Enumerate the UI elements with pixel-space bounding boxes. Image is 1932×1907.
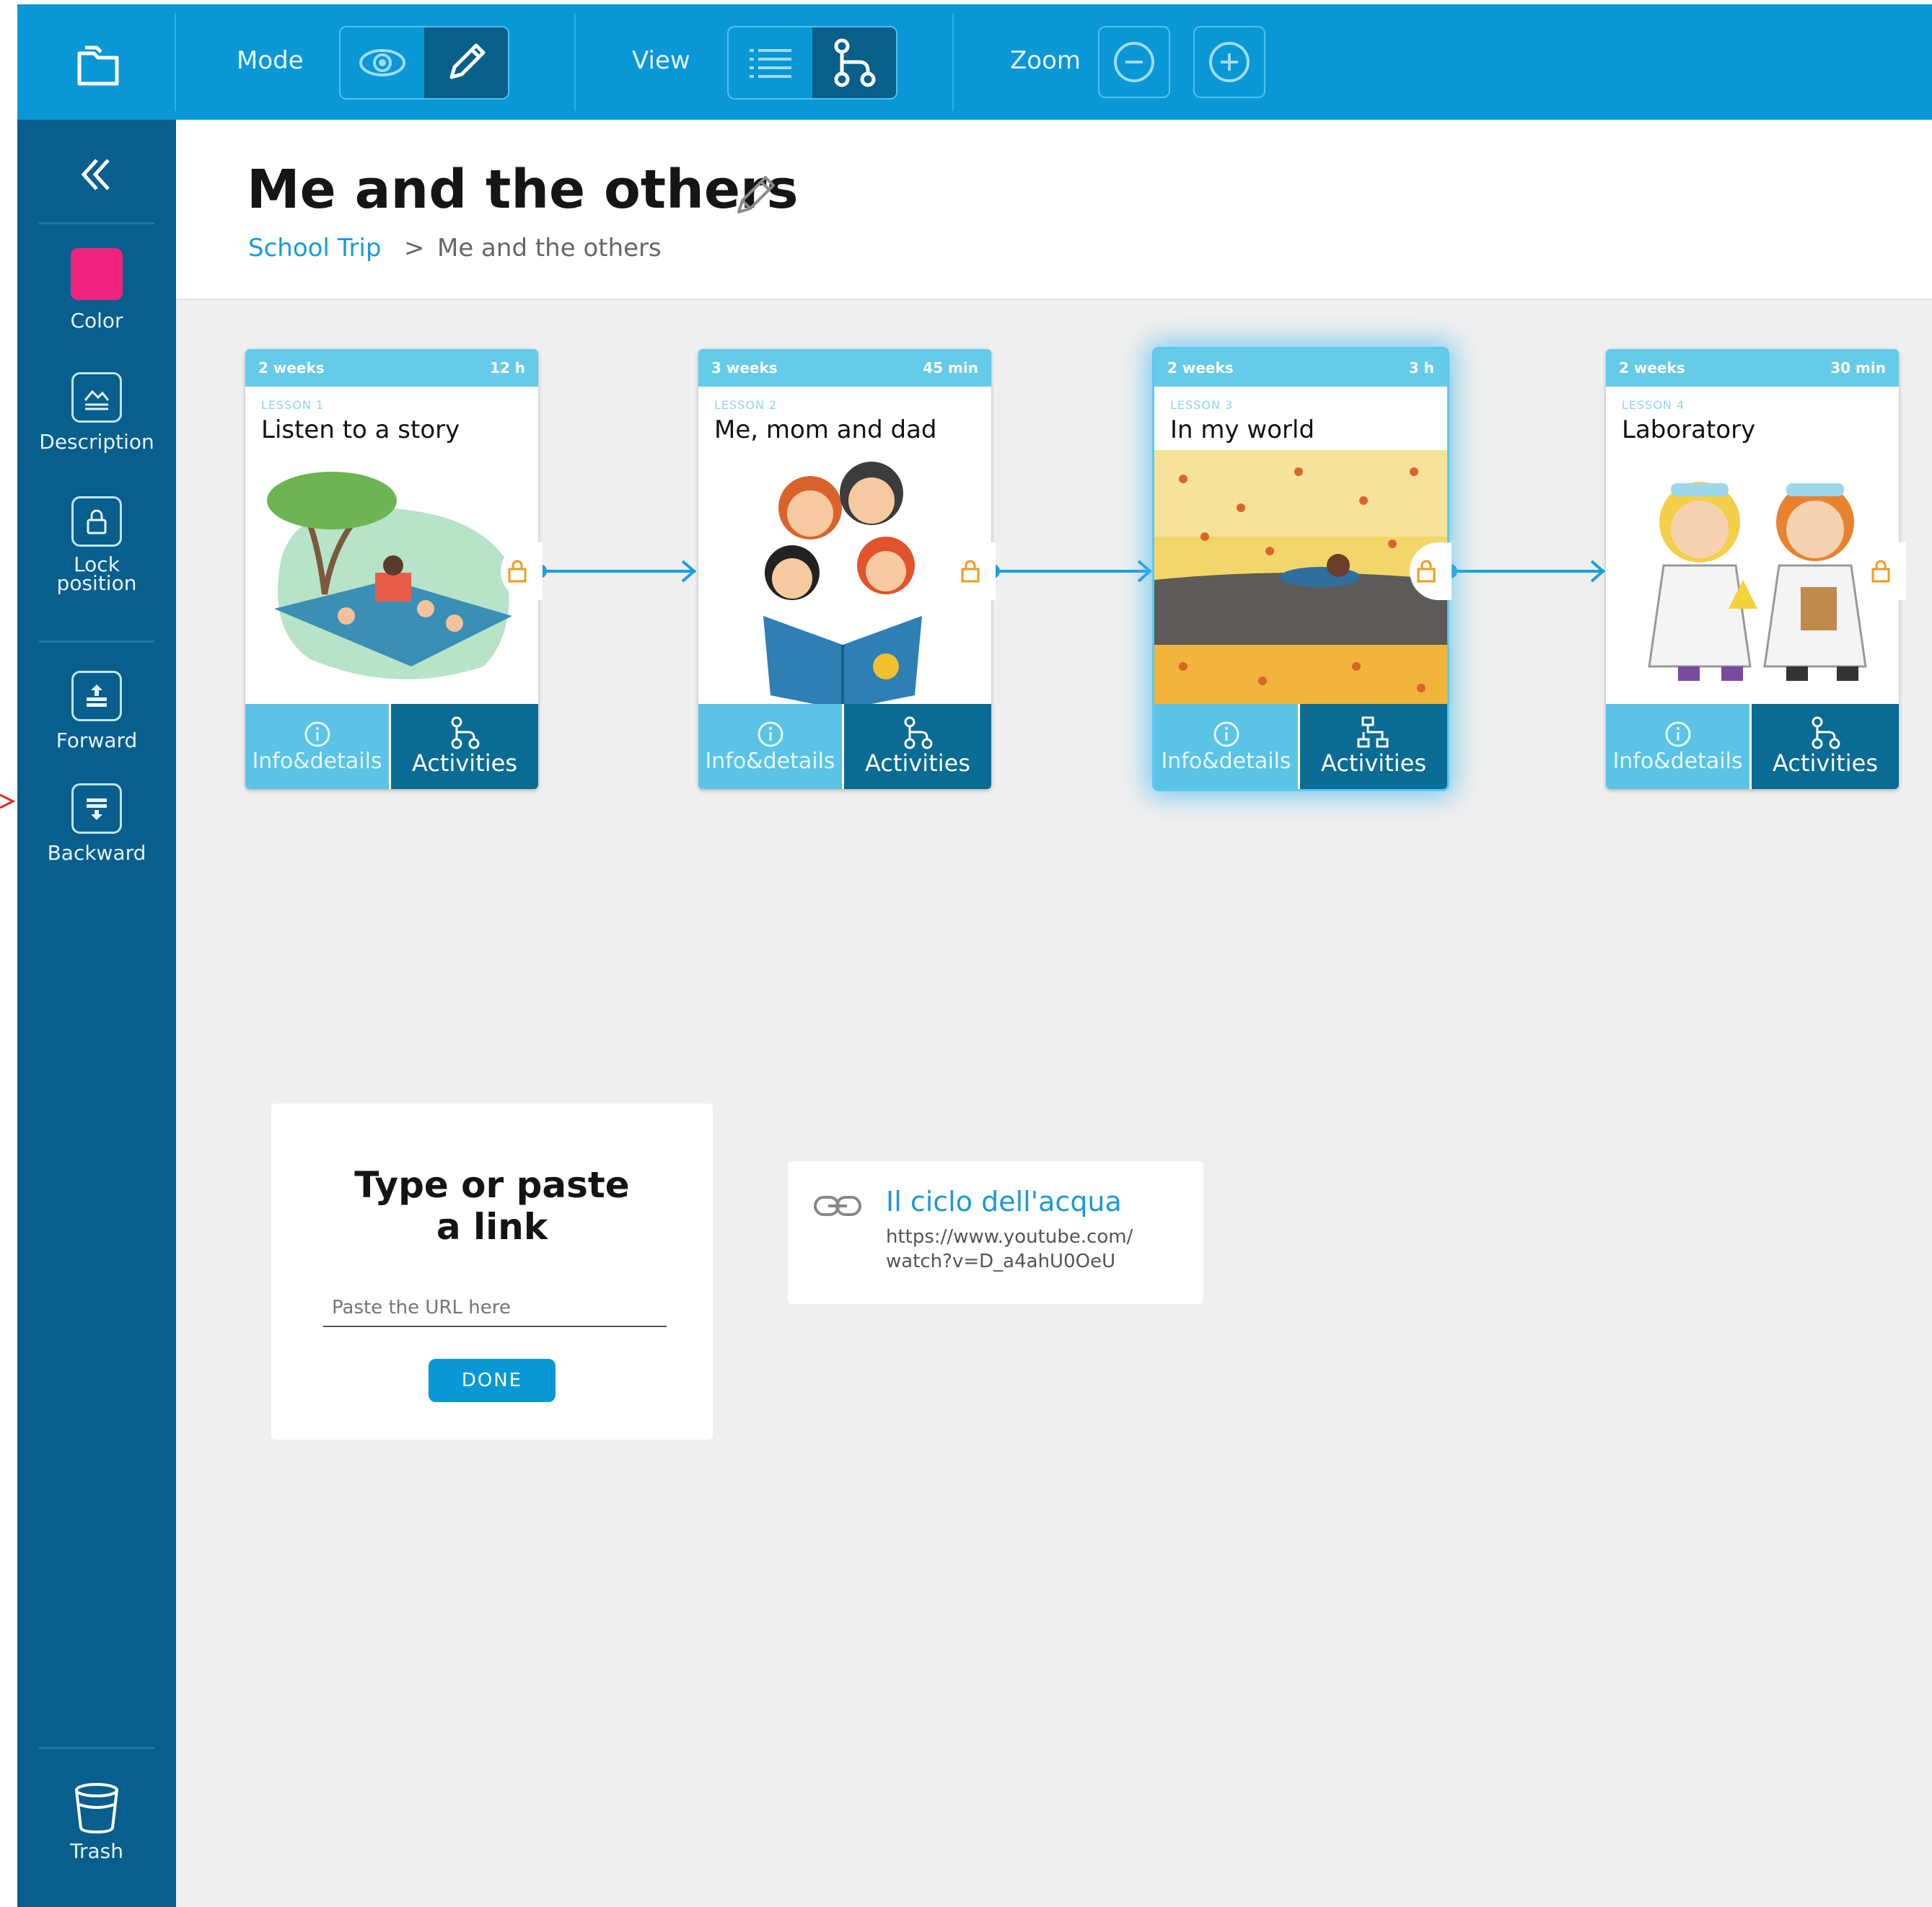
info-details-label: Info&details (705, 748, 835, 774)
lesson-image (1154, 450, 1447, 705)
lesson-card[interactable]: 2 weeks 30 min LESSON 4 Laboratory Info&… (1606, 349, 1899, 789)
lesson-number: LESSON 2 (714, 398, 778, 412)
trash-tool[interactable]: Trash (17, 1779, 176, 1862)
lesson-title: Laboratory (1622, 415, 1756, 444)
info-icon (758, 721, 783, 746)
activities-button[interactable]: Activities (1752, 704, 1899, 789)
activities-label: Activities (412, 749, 517, 777)
card-meta: 2 weeks 3 h (1154, 349, 1447, 387)
lesson-title: Listen to a story (261, 415, 460, 444)
card-meta: 2 weeks 30 min (1606, 349, 1899, 387)
info-details-label: Info&details (1161, 748, 1291, 774)
info-details-label: Info&details (252, 748, 382, 774)
duration-time: 3 h (1408, 359, 1434, 376)
duration-weeks: 3 weeks (711, 359, 778, 376)
duration-weeks: 2 weeks (1167, 359, 1234, 376)
lesson-card[interactable]: 3 weeks 45 min LESSON 2 Me, mom and dad … (698, 349, 991, 789)
trash-label: Trash (70, 1839, 123, 1863)
lesson-card-selected[interactable]: 2 weeks 3 h LESSON 3 In my world Info&de… (1154, 349, 1447, 789)
lesson-number: LESSON 1 (261, 398, 325, 412)
activities-tree-icon (1357, 716, 1389, 748)
link-title[interactable]: Il ciclo dell'acqua (886, 1186, 1122, 1217)
duration-time: 45 min (923, 359, 978, 376)
lesson-image (267, 472, 512, 679)
lesson-card[interactable]: 2 weeks 12 h LESSON 1 Listen to a story … (245, 349, 538, 789)
sidebar-divider (39, 1747, 154, 1749)
duration-weeks: 2 weeks (258, 359, 325, 376)
activities-button[interactable]: Activities (1300, 704, 1447, 789)
activities-button[interactable]: Activities (391, 704, 538, 789)
lesson-number: LESSON 3 (1170, 398, 1234, 412)
link-card[interactable]: Il ciclo dell'acqua https://www.youtube.… (788, 1161, 1203, 1304)
card-meta: 2 weeks 12 h (245, 349, 538, 387)
activities-flow-icon (904, 716, 933, 749)
lock-open-icon (1417, 560, 1436, 583)
lesson-number: LESSON 4 (1622, 398, 1685, 412)
duration-time: 12 h (489, 359, 525, 376)
lesson-image (1648, 482, 1867, 681)
duration-weeks: 2 weeks (1619, 359, 1685, 376)
card-meta: 3 weeks 45 min (698, 349, 991, 387)
info-details-button[interactable]: Info&details (1154, 704, 1300, 789)
link-panel-heading: Type or paste a link (354, 1164, 630, 1248)
card-actions: Info&details Activities (1606, 704, 1899, 789)
info-details-button[interactable]: Info&details (698, 704, 844, 789)
lock-open-icon (1871, 560, 1890, 583)
url-input[interactable] (323, 1290, 667, 1327)
activities-label: Activities (1321, 749, 1426, 777)
duration-time: 30 min (1830, 359, 1886, 376)
activities-flow-icon (451, 716, 480, 749)
link-chain-icon (814, 1196, 861, 1216)
arrow-marker-icon (0, 793, 16, 809)
activities-label: Activities (865, 749, 970, 777)
trash-icon (75, 1783, 118, 1834)
lesson-image (763, 462, 922, 705)
activities-flow-icon (1812, 716, 1840, 749)
info-details-button[interactable]: Info&details (1606, 704, 1752, 789)
link-input-panel: Type or paste a link DONE (271, 1104, 713, 1440)
lesson-title: Me, mom and dad (714, 415, 937, 444)
done-button[interactable]: DONE (429, 1359, 556, 1402)
card-actions: Info&details Activities (245, 704, 538, 789)
link-url: https://www.youtube.com/ watch?v=D_a4ahU… (886, 1226, 1133, 1272)
card-actions: Info&details Activities (698, 704, 991, 789)
lock-open-icon (508, 560, 527, 583)
lock-open-icon (961, 560, 980, 583)
activities-label: Activities (1773, 749, 1878, 777)
card-actions: Info&details Activities (1154, 704, 1447, 789)
info-icon (304, 721, 330, 746)
activities-button[interactable]: Activities (844, 704, 991, 789)
info-icon (1665, 721, 1690, 746)
lesson-title: In my world (1170, 415, 1315, 444)
info-icon (1213, 721, 1239, 746)
app-window: Mode View Zoom Color Description Lock po… (17, 4, 1932, 1907)
info-details-label: Info&details (1612, 748, 1743, 774)
info-details-button[interactable]: Info&details (245, 704, 391, 789)
